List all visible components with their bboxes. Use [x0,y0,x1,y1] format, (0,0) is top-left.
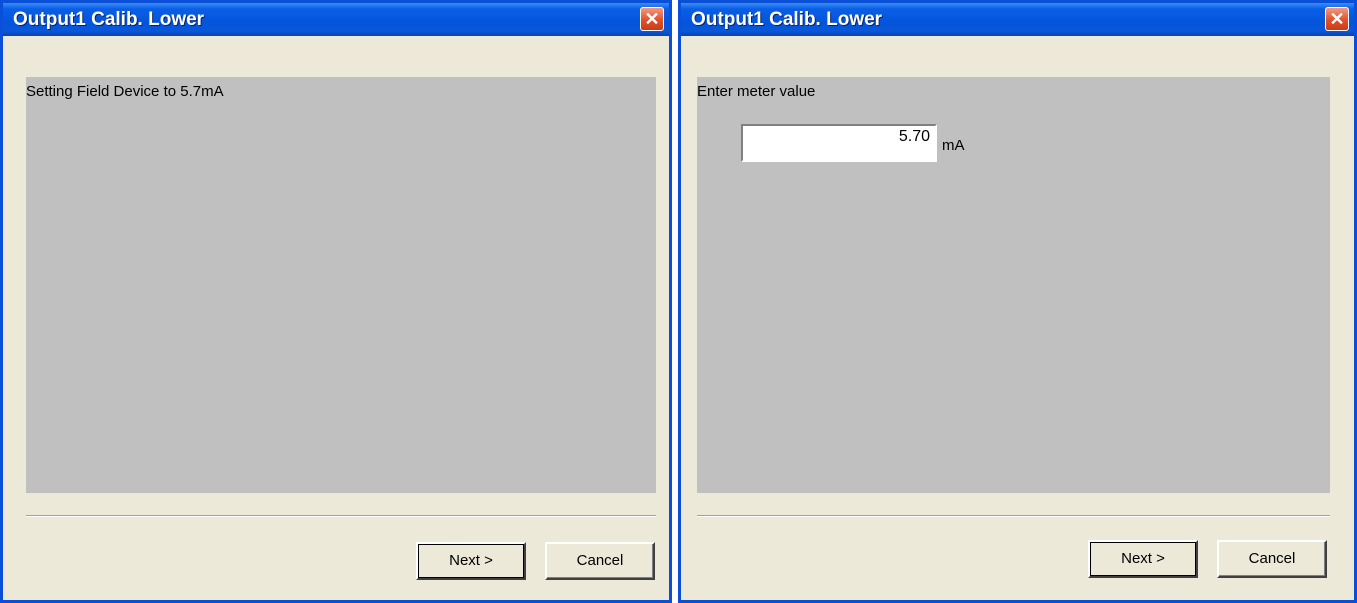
close-icon: ✕ [1329,9,1345,29]
calib-dialog-left: Output1 Calib. Lower ✕ Setting Field Dev… [0,0,672,603]
status-message: Setting Field Device to 5.7mA [26,83,224,100]
meter-value-field[interactable] [741,124,937,162]
close-icon: ✕ [644,9,660,29]
cancel-button[interactable]: Cancel [1217,540,1327,578]
content-panel: Setting Field Device to 5.7mA [26,77,656,493]
title-bar[interactable]: Output1 Calib. Lower ✕ [681,3,1354,36]
content-panel: Enter meter value mA [697,77,1330,493]
title-bar[interactable]: Output1 Calib. Lower ✕ [3,3,669,36]
dialog-title: Output1 Calib. Lower [13,9,205,30]
next-button[interactable]: Next > [1088,540,1198,578]
close-button[interactable]: ✕ [1325,7,1349,31]
calib-dialog-right: Output1 Calib. Lower ✕ Enter meter value… [678,0,1357,603]
cancel-button[interactable]: Cancel [545,542,655,580]
dialog-title: Output1 Calib. Lower [691,9,883,30]
prompt-label: Enter meter value [697,83,816,100]
close-button[interactable]: ✕ [640,7,664,31]
meter-value-input[interactable] [743,126,935,160]
unit-label: mA [942,137,965,154]
separator [697,515,1330,517]
separator [26,515,656,517]
next-button[interactable]: Next > [416,542,526,580]
